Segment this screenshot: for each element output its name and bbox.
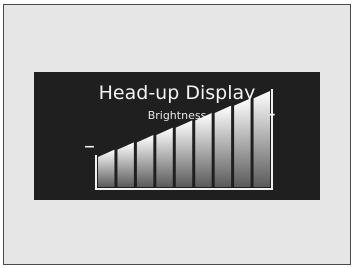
brightness-step <box>117 142 134 187</box>
brightness-step <box>98 149 115 187</box>
figure-frame: Head-up Display Brightness – + <box>3 4 351 265</box>
brightness-step <box>195 113 212 187</box>
brightness-step <box>136 135 154 187</box>
brightness-step <box>156 127 173 187</box>
brightness-step <box>175 120 193 187</box>
brightness-level-meter <box>95 89 273 190</box>
brightness-step <box>214 105 232 187</box>
brightness-step <box>253 91 270 187</box>
hud-screen: Head-up Display Brightness – + <box>34 72 320 200</box>
brightness-step <box>234 98 251 187</box>
